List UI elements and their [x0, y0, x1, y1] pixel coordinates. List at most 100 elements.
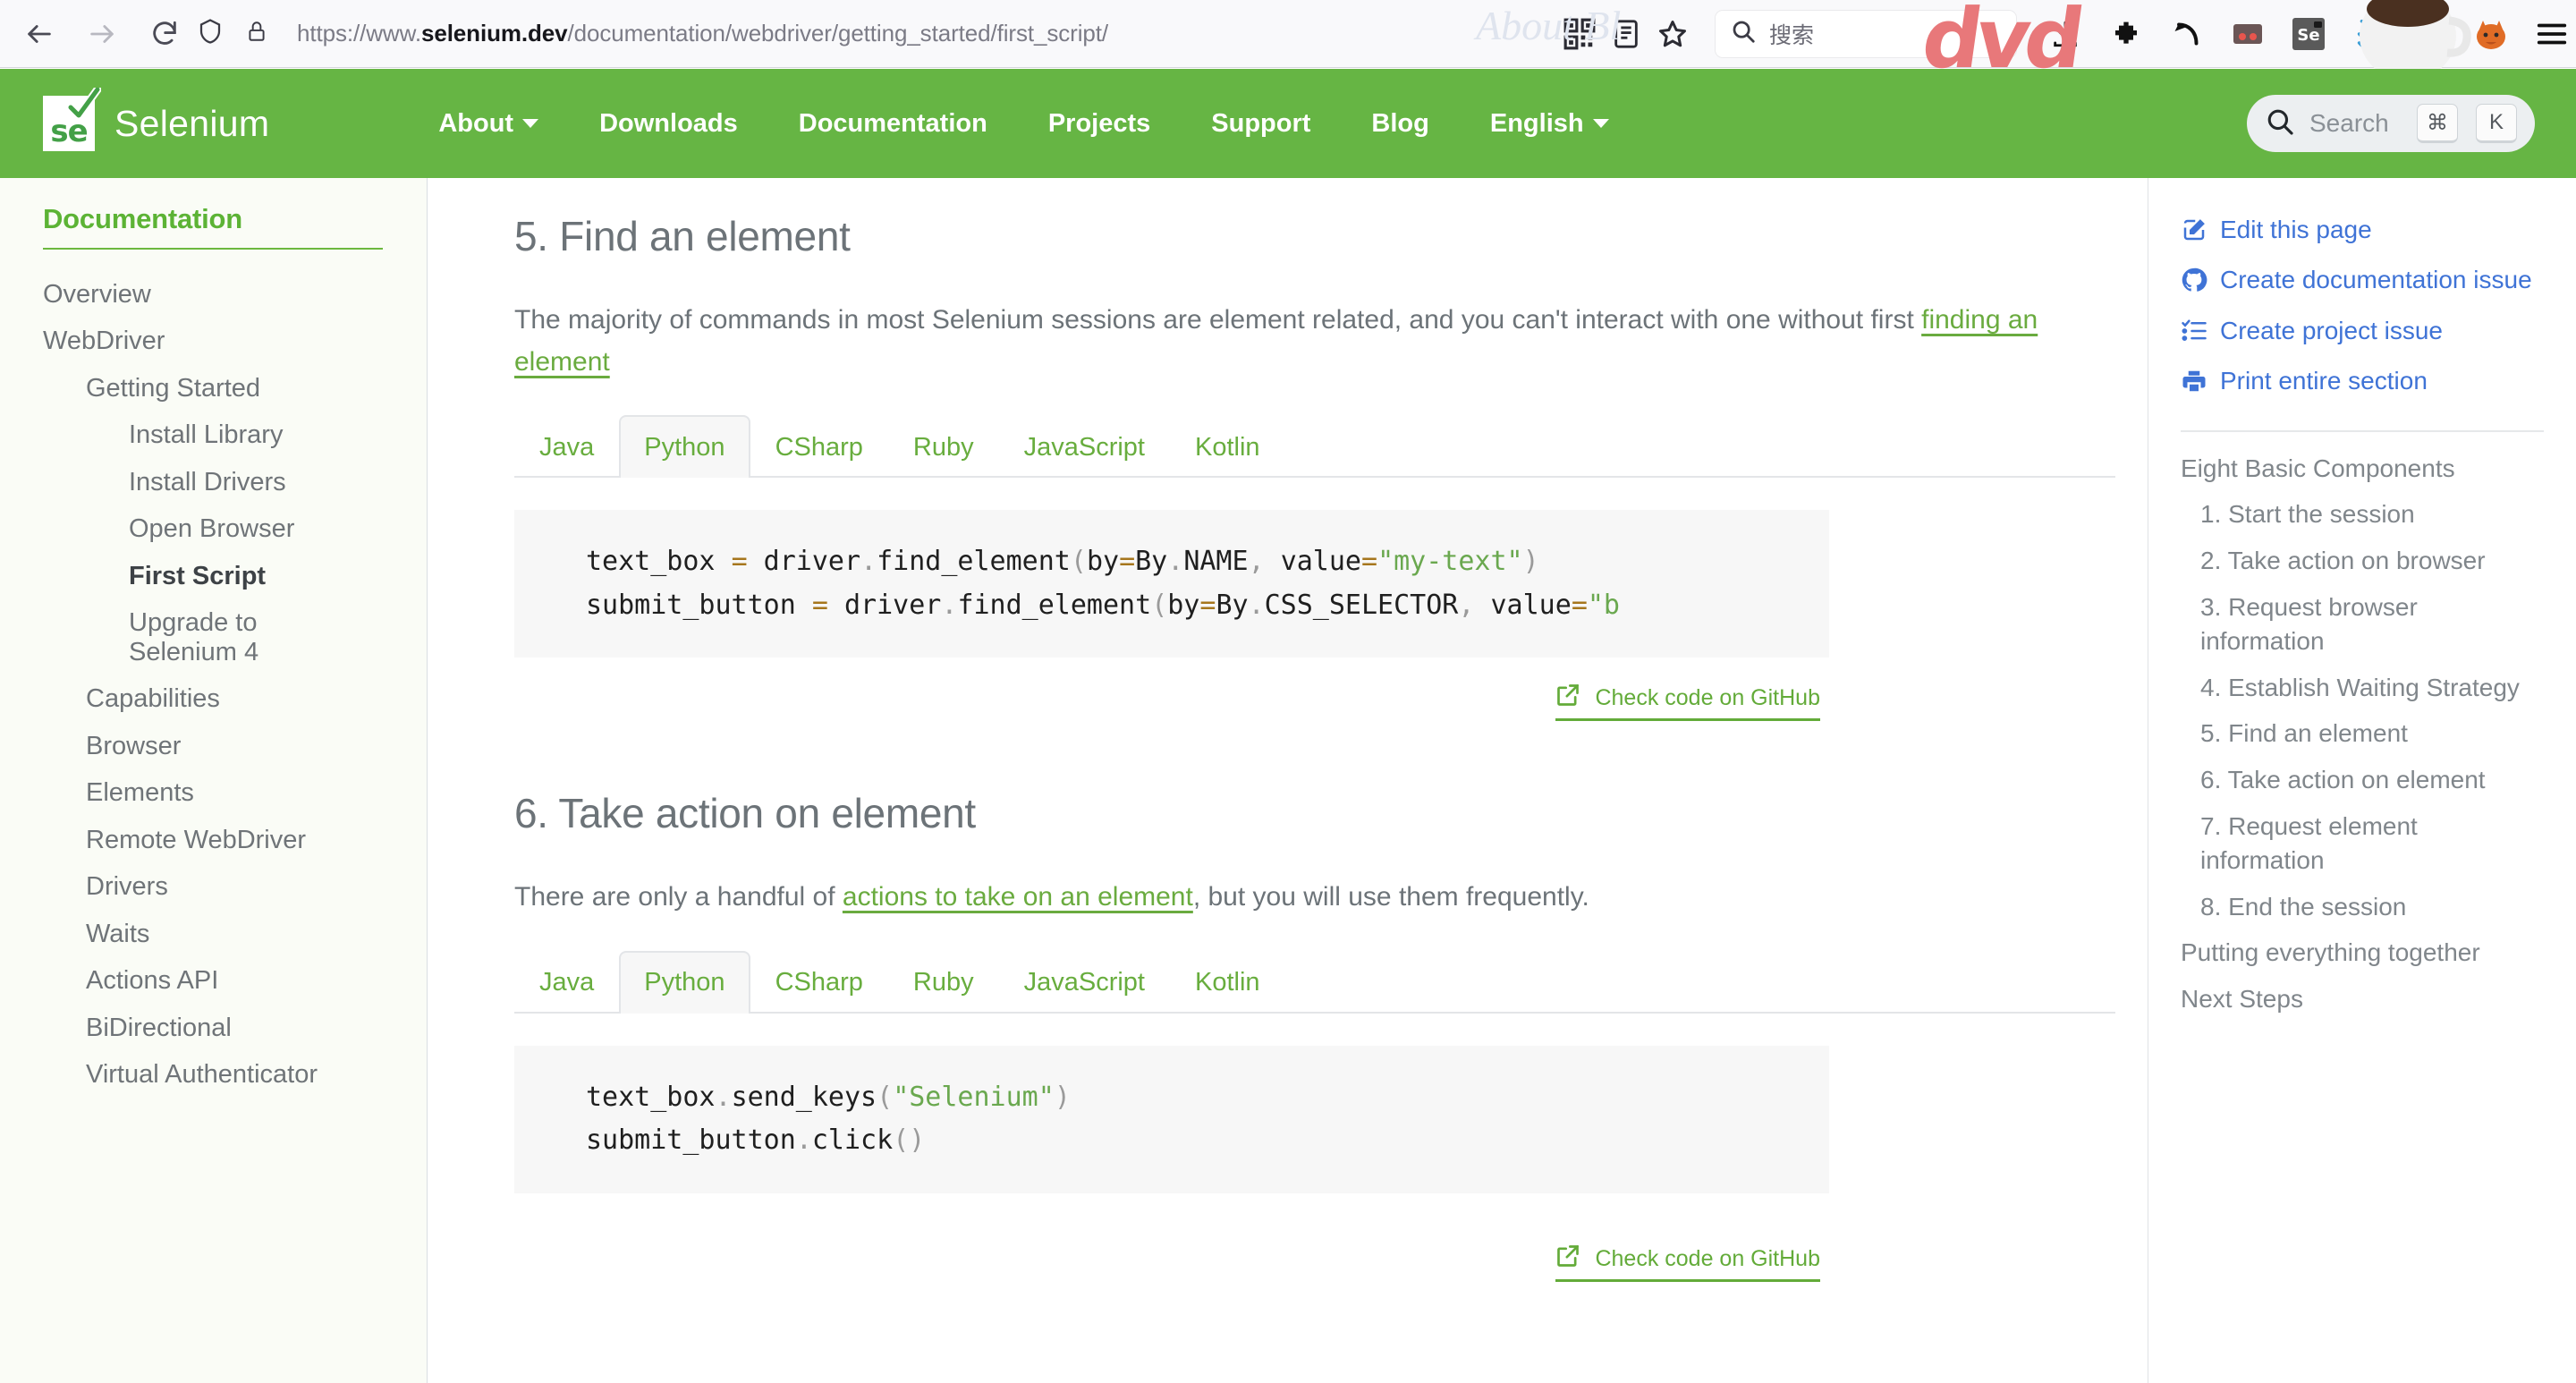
tab-java[interactable]: Java — [514, 415, 619, 478]
toc-item-5[interactable]: 5. Find an element — [2181, 717, 2544, 751]
action-label: Create project issue — [2220, 316, 2444, 344]
reload-icon[interactable] — [145, 14, 184, 54]
url-bar[interactable]: https://www.selenium.dev/documentation/w… — [197, 17, 1108, 50]
print-entire-section-link[interactable]: Print entire section — [2181, 365, 2544, 403]
tab-python[interactable]: Python — [619, 950, 750, 1014]
toc-item-1[interactable]: 1. Start the session — [2181, 497, 2544, 531]
section-5-heading: 5. Find an element — [514, 213, 851, 259]
nav-item-support[interactable]: Support — [1181, 109, 1341, 139]
sidebar-item-webdriver[interactable]: WebDriver — [43, 318, 427, 364]
tab-csharp[interactable]: CSharp — [750, 415, 888, 478]
forward-arrow-icon[interactable] — [82, 14, 122, 54]
section-5-language-tabs: Java Python CSharp Ruby JavaScript Kotli… — [514, 413, 2115, 478]
svg-text:N: N — [2422, 24, 2438, 46]
site-search-box[interactable]: Search ⌘ K — [2247, 95, 2535, 152]
notion-clipper-icon[interactable]: N — [2406, 10, 2454, 58]
double-chevron-down-icon[interactable] — [2345, 10, 2394, 58]
section-6-code-block[interactable]: text_box.send_keys("Selenium") submit_bu… — [514, 1045, 1829, 1193]
external-link-icon — [1555, 1243, 1580, 1275]
section-6-language-tabs: Java Python CSharp Ruby JavaScript Kotli… — [514, 949, 2115, 1014]
nav-item-downloads[interactable]: Downloads — [569, 109, 768, 139]
extension-icon[interactable] — [2102, 10, 2150, 58]
github-link-label: Check code on GitHub — [1595, 685, 1820, 711]
toc-item-putting-everything-together[interactable]: Putting everything together — [2181, 936, 2544, 970]
sidebar-item-actions-api[interactable]: Actions API — [43, 957, 427, 1004]
site-header: se Selenium About Downloads Documentatio… — [0, 69, 2576, 178]
glasses-icon[interactable] — [2224, 10, 2272, 58]
firefox-account-icon[interactable] — [2467, 10, 2515, 58]
sidebar-item-elements[interactable]: Elements — [43, 769, 427, 816]
sidebar-item-getting-started[interactable]: Getting Started — [43, 365, 427, 412]
nav-item-documentation[interactable]: Documentation — [768, 109, 1018, 139]
tab-ruby[interactable]: Ruby — [888, 951, 999, 1014]
sidebar-item-remote-webdriver[interactable]: Remote WebDriver — [43, 817, 427, 863]
toc-item-next-steps[interactable]: Next Steps — [2181, 982, 2544, 1016]
sidebar-item-upgrade-to-selenium-4[interactable]: Upgrade to Selenium 4 — [43, 599, 302, 675]
sidebar-item-install-library[interactable]: Install Library — [43, 412, 427, 458]
tab-javascript[interactable]: JavaScript — [999, 951, 1170, 1014]
sidebar-item-install-drivers[interactable]: Install Drivers — [43, 459, 427, 505]
brand-logo-link[interactable]: se Selenium — [43, 88, 270, 151]
tab-javascript[interactable]: JavaScript — [999, 415, 1170, 478]
nav-item-about[interactable]: About — [408, 109, 569, 139]
selenium-logo-icon: se — [43, 88, 101, 151]
chevron-down-icon — [1592, 119, 1609, 128]
toc-item-7[interactable]: 7. Request element information — [2181, 810, 2544, 878]
search-icon — [2265, 106, 2295, 141]
tab-python[interactable]: Python — [619, 415, 750, 478]
tab-java[interactable]: Java — [514, 951, 619, 1014]
toc-item-4[interactable]: 4. Establish Waiting Strategy — [2181, 671, 2544, 705]
sidebar-item-open-browser[interactable]: Open Browser — [43, 505, 427, 552]
sidebar-item-capabilities[interactable]: Capabilities — [43, 675, 427, 722]
edit-this-page-link[interactable]: Edit this page — [2181, 214, 2544, 251]
tab-csharp[interactable]: CSharp — [750, 951, 888, 1014]
nav-item-blog[interactable]: Blog — [1341, 109, 1459, 139]
reader-view-icon[interactable] — [1603, 11, 1649, 57]
tab-ruby[interactable]: Ruby — [888, 415, 999, 478]
browser-toolbar-right: 搜索 Se N — [1556, 10, 2576, 58]
bookmark-star-icon[interactable] — [1649, 11, 1696, 57]
toc-item-8[interactable]: 8. End the session — [2181, 890, 2544, 924]
browser-chrome: https://www.selenium.dev/documentation/w… — [0, 0, 2576, 87]
qr-code-icon[interactable] — [1556, 11, 1603, 57]
url-text[interactable]: https://www.selenium.dev/documentation/w… — [297, 20, 1108, 47]
check-code-on-github-link[interactable]: Check code on GitHub — [1555, 1243, 1820, 1282]
browser-search-field[interactable]: 搜索 — [1716, 10, 2016, 57]
sidebar-item-bidirectional[interactable]: BiDirectional — [43, 1005, 427, 1051]
toc-title[interactable]: Eight Basic Components — [2181, 452, 2544, 486]
undo-arrow-icon[interactable] — [2163, 10, 2211, 58]
tab-kotlin[interactable]: Kotlin — [1170, 415, 1285, 478]
hamburger-menu-icon[interactable] — [2528, 10, 2576, 58]
shield-icon[interactable] — [197, 17, 224, 50]
actions-to-take-link[interactable]: actions to take on an element — [843, 882, 1193, 912]
sidebar-title[interactable]: Documentation — [43, 203, 427, 235]
nav-item-projects[interactable]: Projects — [1018, 109, 1181, 139]
sidebar-item-virtual-authenticator[interactable]: Virtual Authenticator — [43, 1051, 427, 1098]
sidebar-item-overview[interactable]: Overview — [43, 271, 427, 318]
nav-item-english[interactable]: English — [1460, 109, 1640, 139]
checkmark-icon — [66, 88, 101, 120]
brand-name: Selenium — [114, 102, 270, 144]
extension-icons: Se N — [2025, 10, 2576, 58]
create-documentation-issue-link[interactable]: Create documentation issue — [2181, 264, 2544, 301]
download-icon[interactable] — [2041, 10, 2089, 58]
create-project-issue-link[interactable]: Create project issue — [2181, 315, 2544, 352]
sidebar-item-drivers[interactable]: Drivers — [43, 863, 427, 910]
back-arrow-icon[interactable] — [20, 14, 59, 54]
action-label: Print entire section — [2220, 367, 2428, 395]
tab-kotlin[interactable]: Kotlin — [1170, 951, 1285, 1014]
sidebar-item-browser[interactable]: Browser — [43, 723, 427, 769]
toc-item-3[interactable]: 3. Request browser information — [2181, 590, 2544, 658]
lock-icon[interactable] — [245, 18, 268, 49]
section-5-code-block[interactable]: text_box = driver.find_element(by=By.NAM… — [514, 510, 1829, 658]
search-icon — [1730, 18, 1757, 49]
check-code-on-github-link[interactable]: Check code on GitHub — [1555, 683, 1820, 722]
selenium-ide-icon[interactable]: Se — [2284, 10, 2333, 58]
toc-item-2[interactable]: 2. Take action on browser — [2181, 544, 2544, 578]
sidebar-item-first-script[interactable]: First Script — [43, 553, 427, 599]
external-link-icon — [1555, 683, 1580, 714]
section-6-paragraph: There are only a handful of actions to t… — [514, 877, 2084, 919]
toc-item-6[interactable]: 6. Take action on element — [2181, 763, 2544, 797]
sidebar-item-waits[interactable]: Waits — [43, 911, 427, 957]
browser-search-placeholder: 搜索 — [1769, 22, 1815, 48]
